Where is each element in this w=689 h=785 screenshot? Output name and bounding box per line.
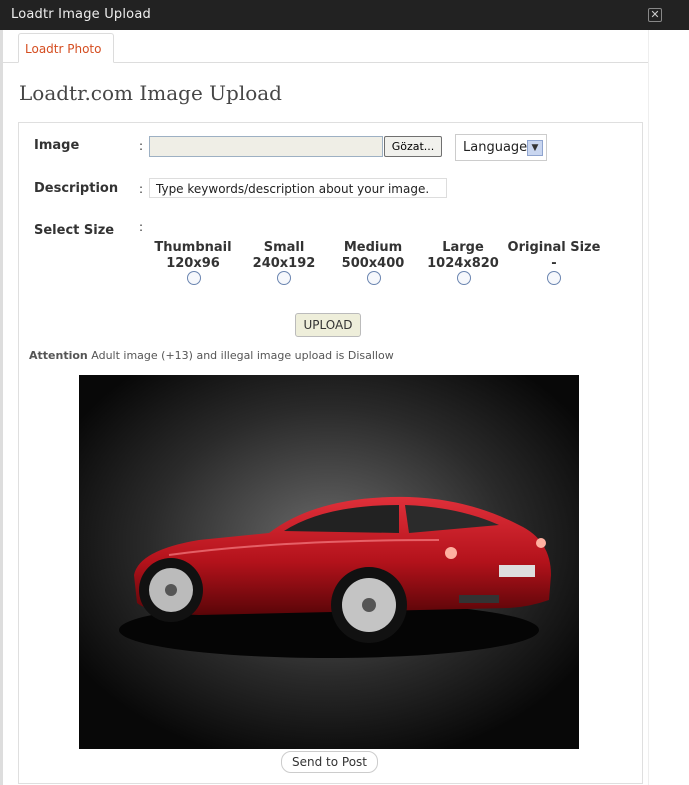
left-border bbox=[0, 30, 3, 785]
size-option-large: Large 1024x820 bbox=[413, 240, 513, 272]
description-input[interactable]: Type keywords/description about your ima… bbox=[149, 178, 447, 198]
image-preview bbox=[79, 375, 579, 749]
radio-thumbnail[interactable] bbox=[187, 271, 201, 285]
tab-bar: Loadtr Photo bbox=[3, 30, 648, 63]
size-dims: - bbox=[551, 256, 557, 271]
language-select[interactable]: Language ▼ bbox=[455, 134, 547, 161]
send-to-post-button[interactable]: Send to Post bbox=[281, 751, 378, 773]
attention-notice: Attention Adult image (+13) and illegal … bbox=[29, 349, 394, 362]
window-title: Loadtr Image Upload bbox=[11, 7, 151, 22]
size-name: Thumbnail bbox=[154, 240, 232, 255]
file-path-input[interactable] bbox=[149, 136, 383, 157]
browse-button[interactable]: Gözat... bbox=[384, 136, 442, 157]
tab-loadtr-photo[interactable]: Loadtr Photo bbox=[18, 33, 114, 63]
car-image bbox=[79, 375, 579, 749]
close-icon[interactable]: ✕ bbox=[648, 8, 662, 22]
size-option-small: Small 240x192 bbox=[234, 240, 334, 272]
size-dims: 120x96 bbox=[166, 256, 220, 271]
description-colon: : bbox=[139, 182, 144, 196]
titlebar: Loadtr Image Upload ✕ bbox=[0, 0, 689, 30]
size-dims: 240x192 bbox=[252, 256, 316, 271]
radio-medium[interactable] bbox=[367, 271, 381, 285]
attention-title: Attention bbox=[29, 349, 88, 362]
size-name: Medium bbox=[343, 240, 403, 255]
radio-large[interactable] bbox=[457, 271, 471, 285]
right-margin bbox=[648, 30, 689, 785]
page-title: Loadtr.com Image Upload bbox=[19, 81, 282, 105]
chevron-down-icon[interactable]: ▼ bbox=[527, 140, 543, 156]
tab-label: Loadtr Photo bbox=[25, 42, 102, 56]
size-colon: : bbox=[139, 220, 144, 234]
radio-small[interactable] bbox=[277, 271, 291, 285]
size-dims: 500x400 bbox=[341, 256, 405, 271]
size-option-original: Original Size - bbox=[503, 240, 605, 272]
upload-dialog: Loadtr Image Upload ✕ Loadtr Photo Loadt… bbox=[0, 0, 689, 785]
upload-button[interactable]: UPLOAD bbox=[295, 313, 361, 337]
size-label: Select Size bbox=[34, 223, 115, 238]
size-dims: 1024x820 bbox=[427, 256, 499, 271]
radio-original-size[interactable] bbox=[547, 271, 561, 285]
size-option-thumbnail: Thumbnail 120x96 bbox=[143, 240, 243, 272]
description-label: Description bbox=[34, 181, 119, 196]
size-name: Original Size bbox=[507, 240, 601, 255]
size-name: Large bbox=[442, 240, 484, 255]
size-option-medium: Medium 500x400 bbox=[323, 240, 423, 272]
size-name: Small bbox=[263, 240, 305, 255]
language-value: Language bbox=[463, 140, 528, 155]
attention-text: Adult image (+13) and illegal image uplo… bbox=[91, 349, 394, 362]
image-label: Image bbox=[34, 138, 80, 153]
image-colon: : bbox=[139, 139, 144, 153]
